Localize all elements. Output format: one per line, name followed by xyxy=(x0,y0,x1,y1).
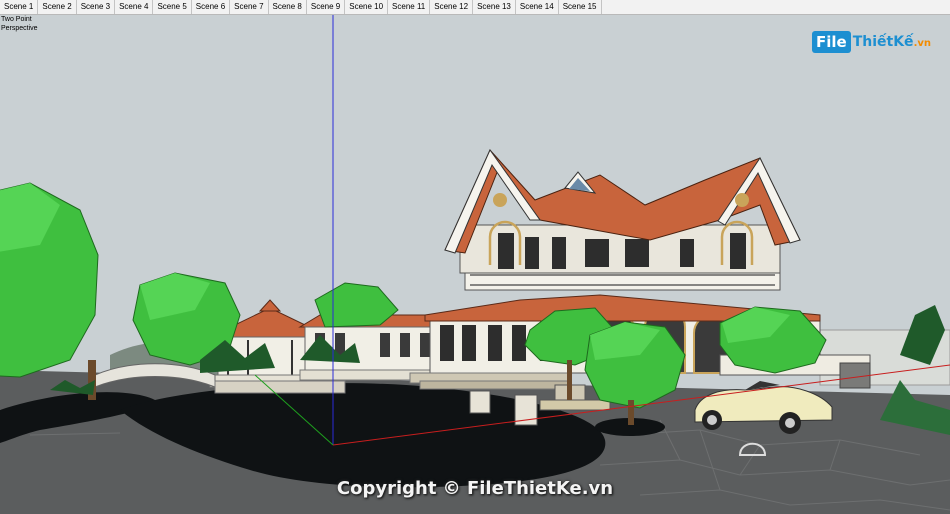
3d-viewport[interactable]: Two Point Perspective File ThiếtKế.vn Co… xyxy=(0,15,950,514)
watermark-logo: File ThiếtKế.vn xyxy=(812,29,931,55)
logo-file: File xyxy=(812,31,851,53)
scene-tab-14[interactable]: Scene 14 xyxy=(516,0,559,14)
scene-tab-12[interactable]: Scene 12 xyxy=(430,0,474,14)
scene-tab-5[interactable]: Scene 5 xyxy=(153,0,192,14)
scene-tab-7[interactable]: Scene 7 xyxy=(230,0,269,14)
scene-tabs-bar: Scene 1 Scene 2 Scene 3 Scene 4 Scene 5 Scene… xyxy=(0,0,950,15)
logo-domain: .vn xyxy=(913,38,931,49)
scene-tab-15[interactable]: Scene 15 xyxy=(559,0,602,14)
scene-tab-9[interactable]: Scene 9 xyxy=(307,0,346,14)
scene-tab-11[interactable]: Scene 11 xyxy=(388,0,431,14)
view-mode-sublabel: Perspective xyxy=(1,25,38,32)
scene-tab-3[interactable]: Scene 3 xyxy=(77,0,116,14)
view-mode-label: Two Point xyxy=(1,16,32,23)
scene-tab-8[interactable]: Scene 8 xyxy=(269,0,307,14)
logo-brand: ThiếtKế xyxy=(852,34,914,50)
scene-tab-10[interactable]: Scene 10 xyxy=(345,0,389,14)
scene-tab-1[interactable]: Scene 1 xyxy=(0,0,39,14)
copyright-watermark: Copyright © FileThietKe.vn xyxy=(336,478,614,499)
scene-tab-13[interactable]: Scene 13 xyxy=(473,0,516,14)
model-render xyxy=(0,15,950,514)
scene-tab-4[interactable]: Scene 4 xyxy=(115,0,154,14)
scene-tab-2[interactable]: Scene 2 xyxy=(38,0,77,14)
scene-tab-6[interactable]: Scene 6 xyxy=(192,0,231,14)
logo-text: ThiếtKế.vn xyxy=(853,34,931,50)
garden-fence xyxy=(214,380,346,394)
